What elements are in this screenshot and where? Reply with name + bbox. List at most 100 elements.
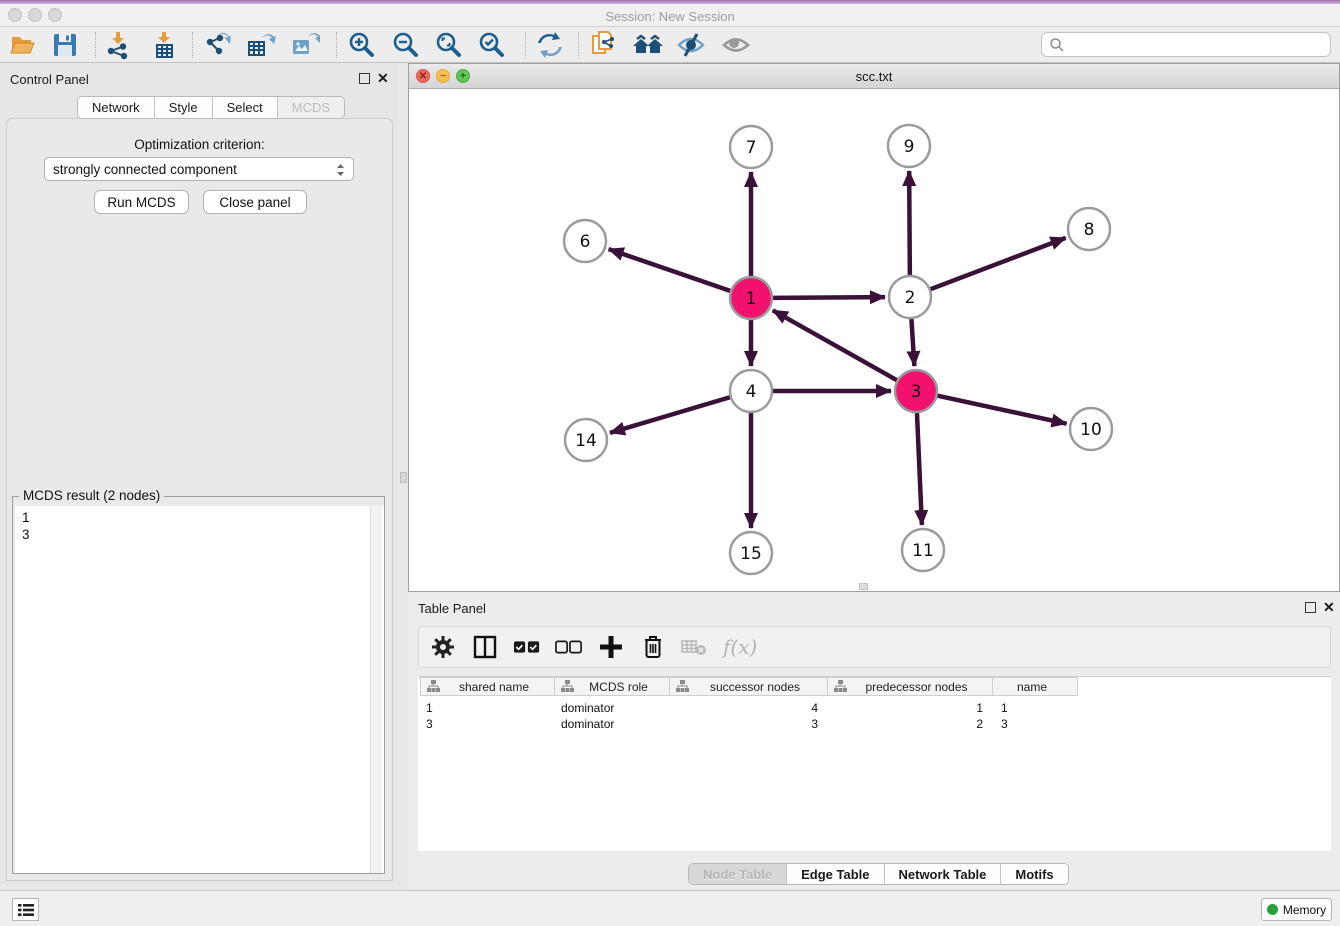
control-panel-tabs: Network Style Select MCDS [77,96,345,119]
deselect-all-icon[interactable] [555,633,583,661]
mcds-result-text[interactable]: 1 3 [15,506,384,873]
tab-node-table[interactable]: Node Table [689,864,787,884]
node-table: shared name MCDS role successor nodes pr… [418,676,1331,851]
export-image-icon[interactable] [287,30,323,60]
tab-mcds[interactable]: MCDS [278,97,344,118]
edge-4-14[interactable] [610,397,730,433]
cell-predecessor-nodes[interactable]: 2 [828,717,983,733]
status-bar: Memory [0,890,1340,926]
node-label-4: 4 [746,382,757,402]
column-header-successor-nodes[interactable]: successor nodes [670,677,828,696]
table-panel-title: Table Panel [418,601,486,616]
selected-criterion: strongly connected component [53,162,237,177]
zoom-fit-icon[interactable] [431,30,467,60]
edge-3-11[interactable] [917,413,922,525]
cell-shared-name[interactable]: 3 [426,717,546,733]
cell-successor-nodes[interactable]: 3 [670,717,818,733]
cell-mcds-role[interactable]: dominator [561,701,666,717]
run-mcds-button[interactable]: Run MCDS [94,190,189,214]
result-scrollbar[interactable] [370,506,382,873]
float-table-panel-icon[interactable] [1305,602,1316,613]
task-history-button[interactable] [12,898,39,921]
open-folder-icon[interactable] [5,30,41,60]
table-type-tabs: Node Table Edge Table Network Table Moti… [688,863,1069,885]
edge-1-6[interactable] [609,249,731,291]
export-table-icon[interactable] [243,30,279,60]
edge-2-3[interactable] [911,319,914,366]
delete-table-icon[interactable] [681,633,709,661]
edge-3-10[interactable] [937,396,1066,424]
column-header-predecessor-nodes[interactable]: predecessor nodes [828,677,993,696]
zoom-in-icon[interactable] [344,30,380,60]
table-settings-gear-icon[interactable] [429,633,457,661]
edge-2-8[interactable] [931,238,1066,289]
tab-network-table[interactable]: Network Table [885,864,1002,884]
select-all-icon[interactable] [513,633,541,661]
toolbar-separator [192,32,193,58]
select-stepper-icon [335,161,346,182]
optimization-criterion-select[interactable]: strongly connected component [44,157,354,181]
tab-select[interactable]: Select [213,97,278,118]
import-table-icon[interactable] [146,30,182,60]
zoom-selected-icon[interactable] [474,30,510,60]
table-header-row: shared name MCDS role successor nodes pr… [418,677,1331,696]
cell-successor-nodes[interactable]: 4 [670,701,818,717]
tab-motifs[interactable]: Motifs [1001,864,1067,884]
table-toolbar: f(x) [418,626,1331,668]
column-header-shared-name[interactable]: shared name [420,677,555,696]
column-header-mcds-role[interactable]: MCDS role [555,677,670,696]
panel-splitter-handle[interactable] [400,472,407,483]
search-input[interactable] [1065,38,1330,52]
cell-predecessor-nodes[interactable]: 1 [828,701,983,717]
node-label-7: 7 [746,138,757,158]
show-eye-icon[interactable] [718,30,754,60]
export-network-icon[interactable] [200,30,236,60]
duplicate-network-icon[interactable] [586,30,622,60]
network-view-window: ✕ − + scc.txt 7968124314101511 [408,63,1340,592]
tab-style[interactable]: Style [155,97,213,118]
cell-name[interactable]: 1 [1001,701,1071,717]
save-icon[interactable] [47,30,83,60]
node-label-9: 9 [904,137,915,157]
network-window-title: scc.txt [409,69,1339,84]
tab-edge-table[interactable]: Edge Table [787,864,884,884]
close-panel-button[interactable]: Close panel [203,190,307,214]
network-graph-canvas[interactable]: 7968124314101511 [409,89,1339,591]
import-network-icon[interactable] [100,30,136,60]
close-table-panel-icon[interactable]: ✕ [1323,599,1335,616]
node-label-1: 1 [746,289,757,309]
tab-network[interactable]: Network [78,97,155,118]
home-navigation-icon[interactable] [630,30,666,60]
node-label-2: 2 [905,288,916,308]
node-label-14: 14 [575,431,597,451]
app-titlebar: Session: New Session [0,4,1340,27]
hierarchy-icon [427,679,440,694]
hierarchy-icon [834,679,847,694]
add-column-icon[interactable] [597,633,625,661]
network-window-titlebar[interactable]: ✕ − + scc.txt [409,64,1339,89]
search-icon [1049,37,1065,53]
search-field[interactable] [1041,32,1331,57]
cell-name[interactable]: 3 [1001,717,1071,733]
mcds-result-group: MCDS result (2 nodes) 1 3 [12,496,385,874]
column-header-name[interactable]: name [993,677,1078,696]
hide-eye-icon[interactable] [673,30,709,60]
edge-1-2[interactable] [773,297,885,298]
memory-button[interactable]: Memory [1261,898,1332,921]
cell-shared-name[interactable]: 1 [426,701,546,717]
refresh-layout-icon[interactable] [532,30,568,60]
close-panel-icon[interactable]: ✕ [377,70,389,87]
zoom-out-icon[interactable] [388,30,424,60]
float-panel-icon[interactable] [359,73,370,84]
mcds-result-title: MCDS result (2 nodes) [19,488,164,503]
edge-3-1[interactable] [773,310,897,380]
toolbar-separator [578,32,579,58]
network-scrollbar-nub[interactable] [859,583,868,590]
toolbar-separator [95,32,96,58]
cell-mcds-role[interactable]: dominator [561,717,666,733]
delete-column-icon[interactable] [639,633,667,661]
function-builder-icon[interactable]: f(x) [723,635,757,659]
edge-2-9[interactable] [909,171,910,275]
control-panel-title: Control Panel [10,72,89,87]
show-columns-icon[interactable] [471,633,499,661]
